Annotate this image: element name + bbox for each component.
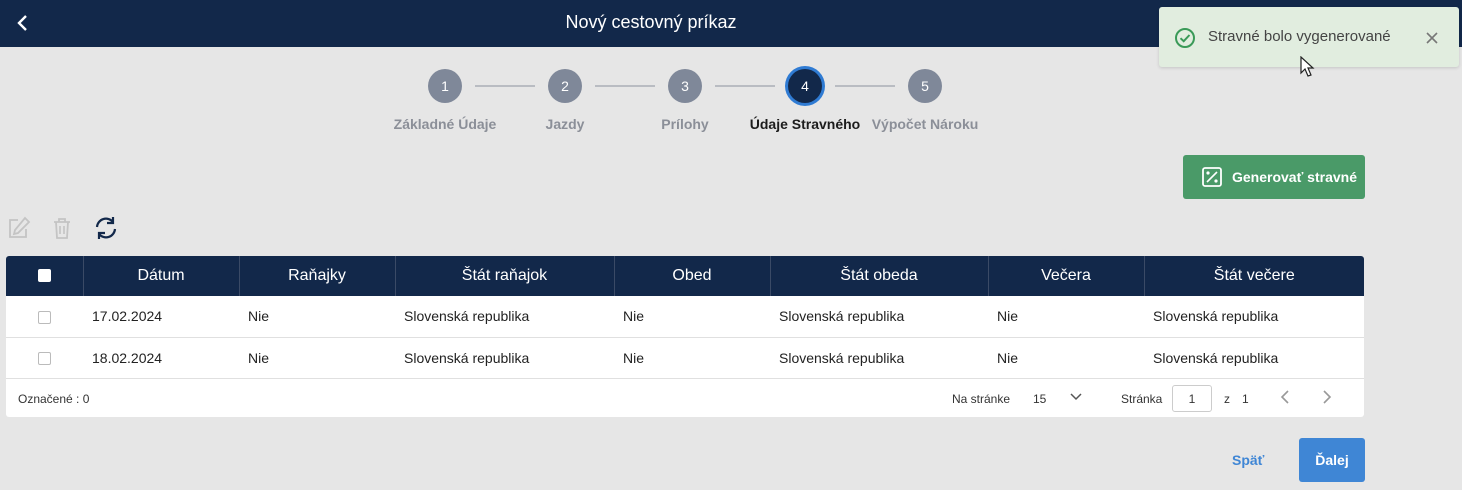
- step-connector: [715, 85, 775, 87]
- table-cell: Slovenská republika: [779, 349, 905, 366]
- table-cell: Slovenská republika: [1153, 308, 1279, 325]
- close-icon[interactable]: [1422, 28, 1442, 48]
- back-button[interactable]: Späť: [1232, 452, 1264, 468]
- check-circle-icon: [1175, 28, 1195, 48]
- table-cell: Nie: [623, 349, 645, 366]
- table-cell: 17.02.2024: [92, 308, 163, 325]
- trash-icon[interactable]: [49, 215, 75, 241]
- table-row[interactable]: 17.02.2024 Nie Slovenská republika Nie S…: [6, 296, 1364, 337]
- table-cell: Nie: [623, 308, 645, 325]
- step-connector: [595, 85, 655, 87]
- column-header[interactable]: Štát obeda: [770, 256, 989, 296]
- meal-allowance-table: Dátum Raňajky Štát raňajok Obed Štát obe…: [6, 256, 1364, 417]
- row-select-cell: [6, 337, 83, 378]
- table-cell: Nie: [997, 308, 1019, 325]
- chevron-left-icon[interactable]: [1277, 389, 1293, 405]
- per-page-select[interactable]: 15: [1033, 392, 1046, 406]
- column-header[interactable]: Večera: [988, 256, 1145, 296]
- column-header[interactable]: Štát večere: [1144, 256, 1364, 296]
- row-checkbox[interactable]: [38, 352, 51, 366]
- table-cell: Slovenská republika: [779, 308, 905, 325]
- page-number-input[interactable]: [1172, 385, 1212, 412]
- column-header[interactable]: Štát raňajok: [395, 256, 615, 296]
- chevron-down-icon[interactable]: [1069, 390, 1083, 404]
- table-cell: Nie: [248, 308, 270, 325]
- selected-count: Označené : 0: [18, 392, 90, 406]
- step-connector: [475, 85, 535, 87]
- select-all-checkbox[interactable]: [37, 269, 51, 283]
- step-4-circle[interactable]: 4: [788, 69, 822, 103]
- table-cell: Nie: [997, 349, 1019, 366]
- table-header-row: Dátum Raňajky Štát raňajok Obed Štát obe…: [6, 256, 1364, 296]
- row-checkbox[interactable]: [38, 311, 51, 325]
- step-3-circle[interactable]: 3: [668, 69, 702, 103]
- table-cell: Slovenská republika: [404, 349, 530, 366]
- column-header[interactable]: Obed: [614, 256, 771, 296]
- total-pages: 1: [1242, 392, 1249, 406]
- select-all-cell: [6, 256, 84, 296]
- edit-icon[interactable]: [5, 215, 31, 241]
- generate-allowance-button[interactable]: Generovať stravné: [1183, 155, 1365, 199]
- table-cell: 18.02.2024: [92, 349, 163, 366]
- row-select-cell: [6, 296, 83, 337]
- toast-message: Stravné bolo vygenerované: [1208, 28, 1391, 45]
- table-cell: Slovenská republika: [404, 308, 530, 325]
- refresh-icon[interactable]: [93, 215, 119, 241]
- table-footer: Označené : 0 Na stránke 15 Stránka z 1: [6, 378, 1364, 417]
- step-2-circle[interactable]: 2: [548, 69, 582, 103]
- column-header[interactable]: Dátum: [83, 256, 240, 296]
- column-header[interactable]: Raňajky: [239, 256, 396, 296]
- step-5-circle[interactable]: 5: [908, 69, 942, 103]
- page-of-label: z: [1224, 392, 1230, 406]
- chevron-right-icon[interactable]: [1319, 389, 1335, 405]
- generate-allowance-label: Generovať stravné: [1232, 169, 1357, 185]
- table-cell: Slovenská republika: [1153, 349, 1279, 366]
- page-title: Nový cestovný príkaz: [565, 12, 737, 32]
- next-button[interactable]: Ďalej: [1299, 438, 1365, 482]
- table-cell: Nie: [248, 349, 270, 366]
- table-row[interactable]: 18.02.2024 Nie Slovenská republika Nie S…: [6, 337, 1364, 378]
- progress-stepper: 1 2 3 4 5 Základné Údaje Jazdy Prílohy Ú…: [0, 68, 1462, 138]
- step-connector: [835, 85, 895, 87]
- page-label: Stránka: [1121, 392, 1163, 406]
- step-5-label: Výpočet Nároku: [871, 116, 979, 132]
- per-page-label: Na stránke: [952, 392, 1011, 406]
- percent-icon: [1202, 167, 1222, 187]
- step-1-circle[interactable]: 1: [428, 69, 462, 103]
